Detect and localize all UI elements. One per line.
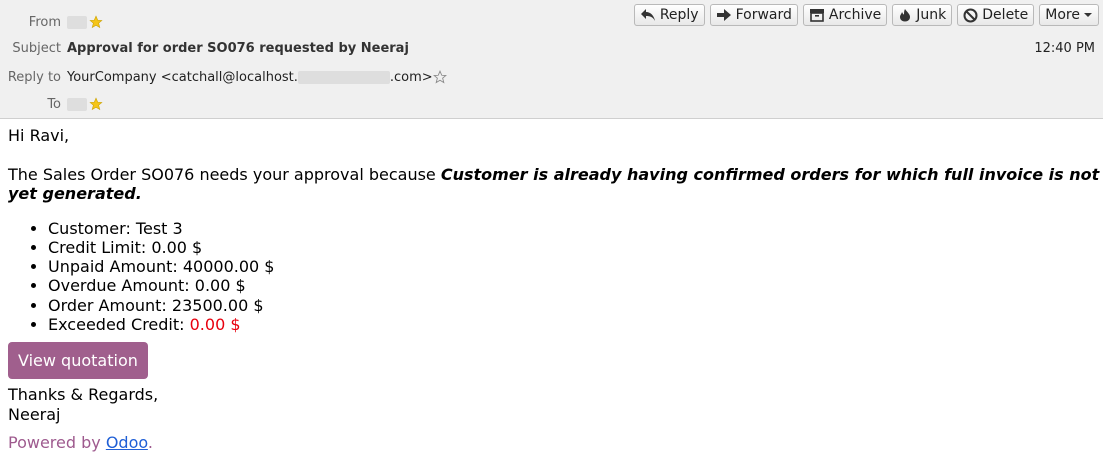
message-header: From Subject Approval for order SO076 re…	[0, 0, 1103, 119]
list-item-exceeded-credit: Exceeded Credit: 0.00 $	[48, 315, 1100, 334]
from-address-redacted[interactable]	[67, 15, 87, 29]
intro-paragraph: The Sales Order SO076 needs your approva…	[8, 165, 1100, 204]
list-item: Overdue Amount: 0.00 $	[48, 276, 1100, 295]
order-details-list: Customer: Test 3 Credit Limit: 0.00 $ Un…	[8, 219, 1100, 335]
message-body: Hi Ravi, The Sales Order SO076 needs you…	[8, 126, 1100, 453]
star-filled-icon[interactable]	[89, 97, 103, 111]
reply-to-label: Reply to	[7, 69, 61, 85]
regards: Thanks & Regards,	[8, 385, 159, 405]
delete-label: Delete	[982, 7, 1029, 23]
message-toolbar: Reply Forward Archive Junk Delete More	[633, 4, 1099, 26]
powered-by-text: Powered by	[8, 433, 106, 453]
message-time: 12:40 PM	[1034, 41, 1095, 56]
reply-icon	[640, 9, 655, 21]
more-button[interactable]: More	[1039, 4, 1099, 26]
to-row: To	[0, 94, 103, 114]
list-item: Customer: Test 3	[48, 219, 1100, 238]
list-item: Order Amount: 23500.00 $	[48, 296, 1100, 315]
powered-by-footer: Powered by Odoo.	[8, 433, 1100, 453]
from-row: From	[0, 12, 103, 32]
reply-to-redacted	[297, 70, 390, 84]
delete-circle-icon	[963, 8, 978, 22]
chevron-down-icon	[1084, 13, 1092, 17]
subject-row: Subject Approval for order SO076 request…	[0, 38, 409, 58]
star-outline-icon[interactable]	[432, 70, 447, 84]
junk-flame-icon	[900, 9, 911, 22]
more-label: More	[1045, 7, 1080, 23]
archive-box-icon	[809, 9, 824, 22]
view-quotation-button[interactable]: View quotation	[8, 342, 148, 380]
signature: Neeraj	[8, 404, 61, 424]
list-item: Unpaid Amount: 40000.00 $	[48, 257, 1100, 276]
reply-to-suffix[interactable]: .com>	[390, 70, 433, 85]
list-item: Credit Limit: 0.00 $	[48, 238, 1100, 257]
forward-label: Forward	[735, 7, 792, 23]
to-address-redacted[interactable]	[67, 97, 87, 111]
reply-button[interactable]: Reply	[633, 4, 705, 26]
to-label: To	[47, 96, 61, 112]
exceeded-credit-value: 0.00 $	[189, 314, 241, 334]
exceeded-credit-label: Exceeded Credit:	[48, 314, 190, 334]
junk-button[interactable]: Junk	[892, 4, 953, 26]
odoo-link[interactable]: Odoo	[106, 433, 148, 452]
archive-button[interactable]: Archive	[802, 4, 888, 26]
delete-button[interactable]: Delete	[957, 4, 1035, 26]
reply-label: Reply	[659, 7, 699, 23]
star-filled-icon[interactable]	[89, 15, 103, 29]
archive-label: Archive	[828, 7, 882, 23]
forward-arrow-icon	[716, 9, 731, 21]
footer-period: .	[147, 433, 153, 453]
reply-to-row: Reply to YourCompany <catchall@localhost…	[0, 67, 447, 87]
intro-text: The Sales Order SO076 needs your approva…	[8, 164, 441, 184]
greeting: Hi Ravi,	[8, 126, 70, 145]
from-label: From	[28, 14, 61, 30]
reply-to-prefix[interactable]: YourCompany <catchall@localhost.	[67, 70, 298, 85]
junk-label: Junk	[916, 7, 947, 23]
subject-label: Subject	[12, 40, 61, 56]
forward-button[interactable]: Forward	[709, 4, 798, 26]
subject-text: Approval for order SO076 requested by Ne…	[67, 40, 409, 56]
